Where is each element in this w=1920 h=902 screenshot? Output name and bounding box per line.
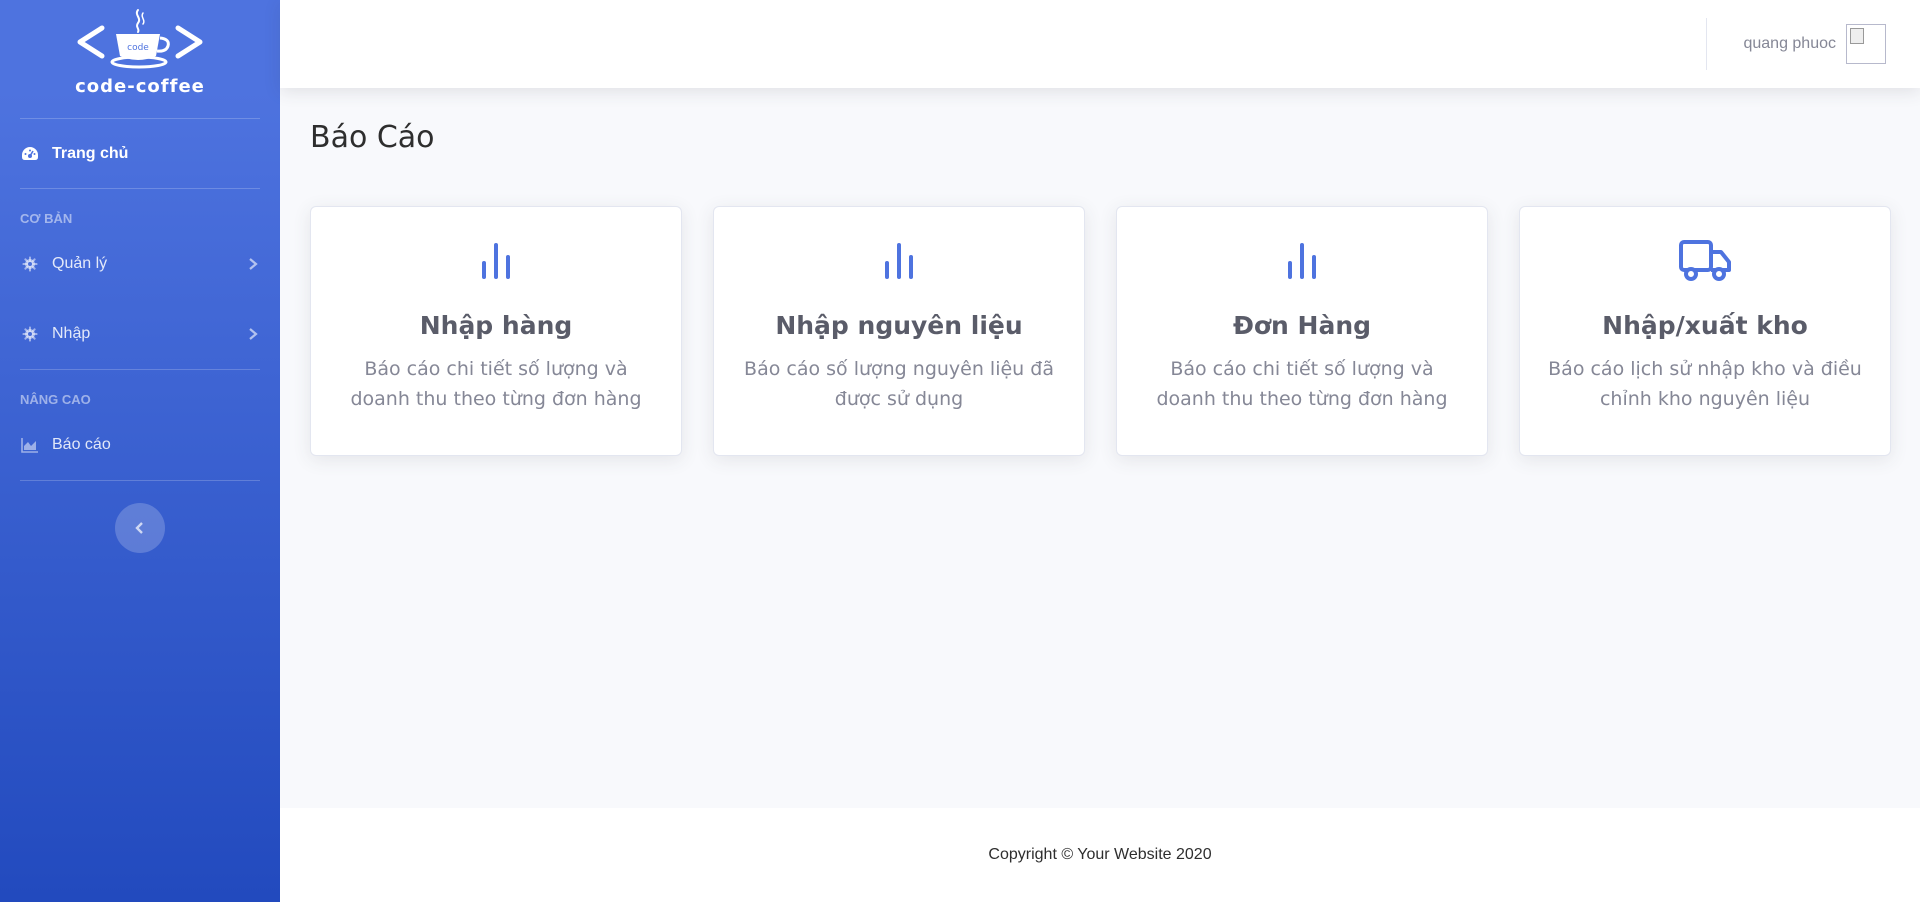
card-title: Nhập/xuất kho: [1602, 311, 1808, 340]
card-title: Nhập hàng: [419, 311, 573, 340]
sidebar-item-reports[interactable]: Báo cáo: [0, 410, 280, 480]
sidebar-toggle-wrap: [0, 503, 280, 553]
card-description: Báo cáo số lượng nguyên liệu đã được sử …: [744, 358, 1054, 410]
copyright-text: Copyright © Your Website 2020: [988, 846, 1212, 863]
card-description: Báo cáo chi tiết số lượng và doanh thu t…: [1156, 358, 1448, 410]
card-title: Nhập nguyên liệu: [775, 311, 1023, 340]
user-name[interactable]: quang phuoc: [1743, 35, 1836, 53]
svg-text:code: code: [127, 43, 149, 53]
bar-chart-icon: [479, 239, 513, 283]
gear-icon: [20, 324, 40, 344]
sidebar-item-label: Báo cáo: [52, 436, 111, 453]
report-card-orders[interactable]: Đơn Hàng Báo cáo chi tiết số lượng và do…: [1116, 206, 1488, 456]
broken-image-icon: [1850, 28, 1864, 44]
sidebar-divider: [20, 369, 260, 370]
brand[interactable]: code code-coffee: [0, 0, 280, 118]
topbar: quang phuoc: [280, 0, 1920, 88]
sidebar-item-dashboard[interactable]: Trang chủ: [0, 119, 280, 188]
page-title: Báo Cáo: [310, 120, 435, 155]
card-title: Đơn Hàng: [1232, 311, 1372, 340]
sidebar-divider: [20, 480, 260, 481]
sidebar-heading-basic: CƠ BẢN: [20, 211, 73, 226]
gear-icon: [20, 254, 40, 274]
chevron-right-icon: [246, 327, 260, 341]
report-cards: Nhập hàng Báo cáo chi tiết số lượng và d…: [310, 206, 1891, 456]
avatar[interactable]: [1846, 24, 1886, 64]
bar-chart-icon: [1285, 239, 1319, 283]
card-description: Báo cáo chi tiết số lượng và doanh thu t…: [350, 358, 642, 410]
sidebar-divider: [20, 188, 260, 189]
sidebar-item-label: Nhập: [52, 325, 91, 342]
tachometer-icon: [20, 144, 40, 164]
sidebar-item-label: Quản lý: [52, 255, 108, 272]
sidebar-heading-advanced: NÂNG CAO: [20, 392, 91, 407]
report-card-import-goods[interactable]: Nhập hàng Báo cáo chi tiết số lượng và d…: [310, 206, 682, 456]
main-content: Báo Cáo Nhập hàng Báo cáo chi tiết số lư…: [280, 88, 1920, 808]
report-card-warehouse[interactable]: Nhập/xuất kho Báo cáo lịch sử nhập kho v…: [1519, 206, 1891, 456]
report-card-import-ingredients[interactable]: Nhập nguyên liệu Báo cáo số lượng nguyên…: [713, 206, 1085, 456]
sidebar-item-import[interactable]: Nhập: [0, 299, 280, 369]
chevron-right-icon: [246, 257, 260, 271]
area-chart-icon: [20, 435, 40, 455]
footer: Copyright © Your Website 2020: [280, 808, 1920, 902]
truck-icon: [1679, 239, 1731, 283]
sidebar-item-label: Trang chủ: [52, 144, 129, 162]
sidebar-item-manage[interactable]: Quản lý: [0, 229, 280, 299]
sidebar-toggle-button[interactable]: [115, 503, 165, 553]
brand-name: code-coffee: [75, 76, 205, 97]
chevron-left-icon: [135, 522, 143, 534]
topbar-divider: [1706, 18, 1708, 70]
card-description: Báo cáo lịch sử nhập kho và điều chỉnh k…: [1548, 358, 1862, 410]
sidebar: code code-coffee Trang chủ CƠ BẢN Quản l…: [0, 0, 280, 902]
coffee-logo-icon: code: [77, 9, 203, 69]
bar-chart-icon: [882, 239, 916, 283]
